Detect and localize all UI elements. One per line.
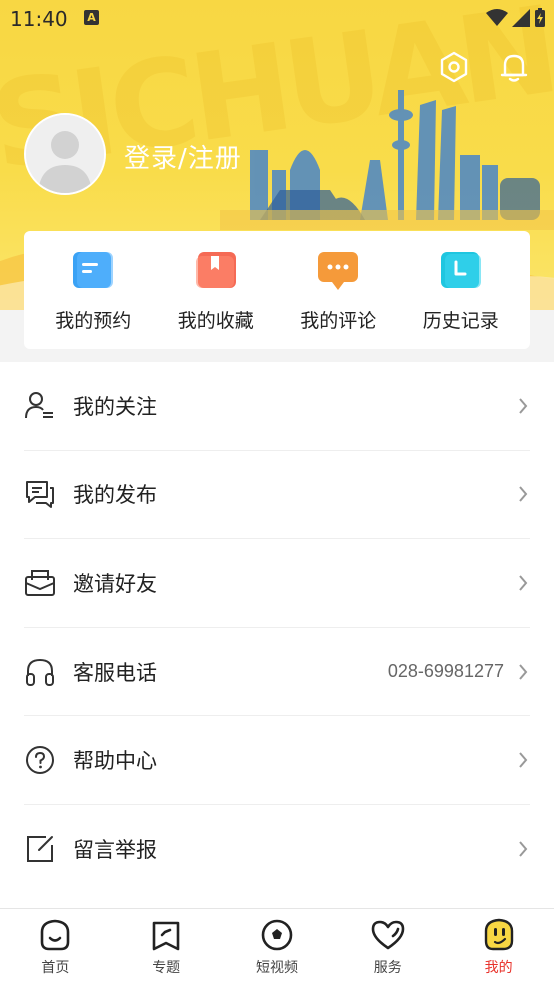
menu-label: 我的关注 bbox=[73, 394, 157, 419]
invite-icon bbox=[24, 567, 56, 599]
notifications-button[interactable] bbox=[498, 50, 530, 84]
status-time: 11:40 bbox=[10, 7, 68, 31]
profile-face-icon bbox=[481, 917, 517, 953]
default-avatar-icon bbox=[26, 115, 104, 193]
status-icons bbox=[486, 8, 546, 28]
menu-label: 我的发布 bbox=[73, 483, 157, 508]
bell-icon bbox=[500, 54, 528, 82]
comment-icon bbox=[318, 251, 359, 290]
shortcut-label: 历史记录 bbox=[422, 309, 499, 332]
home-icon bbox=[37, 917, 73, 953]
settings-menu: 我的关注 我的发布 邀请好友 客服电话 028-69981277 帮助中心 留言… bbox=[0, 362, 554, 908]
video-icon bbox=[259, 917, 295, 953]
wifi-icon bbox=[486, 9, 508, 26]
bottom-tab-bar: 首页 专题 短视频 服务 我的 bbox=[0, 908, 554, 984]
menu-item-my-follows[interactable]: 我的关注 bbox=[24, 362, 530, 451]
shortcut-label: 我的收藏 bbox=[177, 309, 254, 332]
service-phone-number: 028-69981277 bbox=[387, 661, 504, 682]
tab-home[interactable]: 首页 bbox=[0, 909, 111, 984]
chevron-right-icon bbox=[516, 662, 530, 682]
status-bar: 11:40 A bbox=[0, 0, 554, 38]
shortcut-history[interactable]: 历史记录 bbox=[406, 248, 516, 333]
topic-icon bbox=[148, 917, 184, 953]
signal-icon bbox=[512, 9, 530, 27]
menu-item-feedback-report[interactable]: 留言举报 bbox=[24, 805, 530, 894]
chevron-right-icon bbox=[516, 750, 530, 770]
chevron-right-icon bbox=[516, 573, 530, 593]
login-register-link[interactable]: 登录/注册 bbox=[124, 138, 242, 175]
battery-icon bbox=[535, 8, 545, 27]
tab-topics[interactable]: 专题 bbox=[111, 909, 222, 984]
menu-item-my-posts[interactable]: 我的发布 bbox=[24, 451, 530, 540]
menu-item-customer-service[interactable]: 客服电话 028-69981277 bbox=[24, 628, 530, 717]
calendar-icon bbox=[73, 251, 114, 288]
bookmark-icon bbox=[195, 251, 236, 288]
shortcut-my-appointments[interactable]: 我的预约 bbox=[38, 248, 148, 333]
menu-label: 帮助中心 bbox=[73, 749, 157, 774]
tab-label: 专题 bbox=[152, 960, 181, 976]
menu-label: 留言举报 bbox=[73, 838, 157, 863]
tab-services[interactable]: 服务 bbox=[332, 909, 443, 984]
chevron-right-icon bbox=[516, 839, 530, 859]
heart-icon bbox=[370, 917, 406, 953]
shortcut-my-comments[interactable]: 我的评论 bbox=[283, 248, 393, 333]
shortcut-label: 我的预约 bbox=[55, 309, 132, 332]
menu-label: 邀请好友 bbox=[73, 571, 157, 596]
menu-label: 客服电话 bbox=[73, 660, 157, 685]
help-icon bbox=[24, 744, 56, 776]
tab-mine[interactable]: 我的 bbox=[443, 909, 554, 984]
tab-label: 短视频 bbox=[255, 960, 298, 976]
edit-report-icon bbox=[24, 833, 56, 865]
city-skyline-illustration bbox=[220, 90, 554, 230]
tab-short-video[interactable]: 短视频 bbox=[222, 909, 333, 984]
settings-hexagon-icon bbox=[440, 51, 468, 83]
header-actions bbox=[438, 50, 530, 84]
tab-label: 首页 bbox=[41, 960, 70, 976]
shortcut-label: 我的评论 bbox=[300, 309, 377, 332]
chevron-right-icon bbox=[516, 484, 530, 504]
shortcut-card: 我的预约 我的收藏 我的评论 历史记录 bbox=[24, 231, 530, 349]
avatar[interactable] bbox=[24, 113, 106, 195]
tab-label: 我的 bbox=[484, 960, 513, 976]
user-follow-icon bbox=[24, 390, 56, 422]
chevron-right-icon bbox=[516, 396, 530, 416]
shortcut-my-favorites[interactable]: 我的收藏 bbox=[161, 248, 271, 333]
headphones-icon bbox=[24, 656, 56, 688]
notification-a-icon: A bbox=[84, 10, 99, 25]
menu-item-invite-friends[interactable]: 邀请好友 bbox=[24, 539, 530, 628]
menu-item-help-center[interactable]: 帮助中心 bbox=[24, 716, 530, 805]
tab-label: 服务 bbox=[373, 960, 402, 976]
publish-icon bbox=[24, 478, 56, 510]
history-icon bbox=[440, 251, 481, 288]
settings-button[interactable] bbox=[438, 50, 470, 84]
